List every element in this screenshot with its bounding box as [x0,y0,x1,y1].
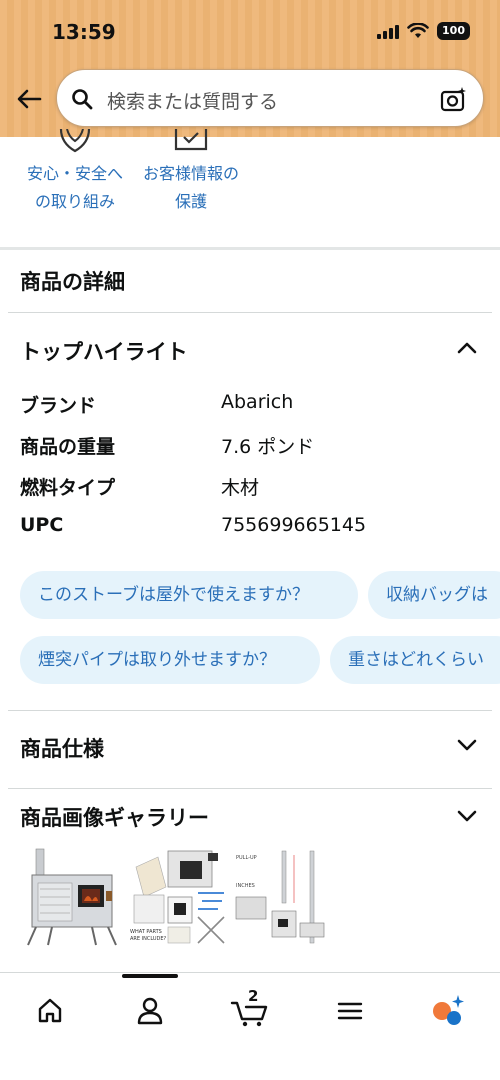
top-highlights-header[interactable]: トップハイライト [20,336,188,366]
spec-value: 7.6 ポンド [221,436,315,458]
dimensions-image: PULL-UP INCHES [235,850,325,944]
account-icon[interactable] [130,991,170,1031]
details-title: 商品の詳細 [20,270,125,294]
trust-label-line2: の取り組み [34,192,115,211]
gallery-caption: ARE INCLUDE? [130,936,167,942]
gallery-thumbnail[interactable]: PULL-UP INCHES [234,847,334,947]
spec-key: 燃料タイプ [20,477,116,499]
gallery-thumbnail[interactable] [22,847,122,947]
bottom-nav: 2 [0,972,500,1080]
safety-link[interactable]: 安心・安全へ の取り組み [20,129,130,215]
battery-icon: 100 [437,22,470,40]
search-placeholder: 検索または質問する [107,91,279,113]
chevron-down-icon[interactable] [456,809,478,823]
spec-key: 商品の重量 [20,436,116,458]
spec-row: ブランド Abarich [20,391,480,421]
spec-row: 商品の重量 7.6 ポンド [20,432,480,462]
spec-key: UPC [20,514,64,536]
menu-icon[interactable] [330,991,370,1031]
search-input[interactable]: 検索または質問する [56,69,484,127]
trust-label-line2: 保護 [174,192,207,211]
back-arrow-icon[interactable] [14,84,44,114]
wifi-icon [407,23,429,38]
checkbox-icon [174,129,208,151]
spec-value: Abarich [221,391,294,413]
status-time: 13:59 [52,20,116,44]
spec-value: 木材 [221,477,260,499]
rufus-assistant-icon[interactable] [428,991,468,1031]
cart-count: 2 [248,987,259,1005]
trust-label-line1: お客様情報の [142,164,239,183]
gallery-caption: WHAT PARTS [130,929,162,935]
gallery-caption: PULL-UP [236,855,257,861]
privacy-link[interactable]: お客様情報の 保護 [136,129,246,215]
gallery-caption: INCHES [236,883,255,889]
home-icon[interactable] [30,991,70,1031]
home-indicator [122,974,178,978]
question-chip[interactable]: 重さはどれくらい [330,636,500,684]
section-divider [0,247,500,250]
divider [8,788,492,789]
divider [8,710,492,711]
trust-label-line1: 安心・安全へ [26,164,123,183]
spec-key: ブランド [20,395,97,417]
badge-icon [59,129,91,153]
signal-icon [377,24,400,39]
chevron-up-icon[interactable] [456,341,478,355]
question-chip[interactable]: このストーブは屋外で使えますか？ [20,571,358,619]
cart-button[interactable]: 2 [228,987,272,1031]
spec-row: UPC 755699665145 [20,514,480,544]
search-icon [72,89,93,110]
spec-value: 755699665145 [221,514,367,536]
parts-image: WHAT PARTS ARE INCLUDE? [130,850,225,944]
stove-image [27,848,117,946]
app-header: 13:59 100 検索または質問する [0,0,500,137]
gallery-header[interactable]: 商品画像ギャラリー [20,802,209,832]
gallery-thumbnail[interactable]: WHAT PARTS ARE INCLUDE? [128,847,228,947]
status-icons: 100 [377,22,470,40]
spec-row: 燃料タイプ 木材 [20,473,480,503]
trust-section: 安心・安全へ の取り組み お客様情報の 保護 [0,129,500,249]
specs-section-header[interactable]: 商品仕様 [20,733,104,763]
question-chip[interactable]: 収納バッグは [368,571,500,619]
question-chips: このストーブは屋外で使えますか？ 収納バッグは 煙突パイプは取り外せますか？ 重… [0,570,500,690]
camera-search-icon[interactable] [439,84,469,114]
image-gallery: WHAT PARTS ARE INCLUDE? PULL-UP INCHES [22,847,334,947]
question-chip[interactable]: 煙突パイプは取り外せますか？ [20,636,320,684]
chevron-down-icon[interactable] [456,738,478,752]
divider [8,312,492,313]
